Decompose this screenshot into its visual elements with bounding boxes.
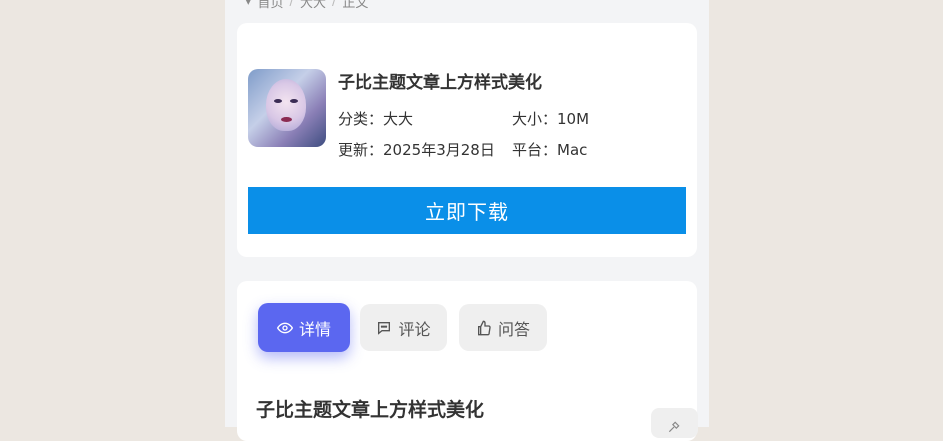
category-label: 分类： bbox=[338, 110, 384, 128]
breadcrumb-current: 正文 bbox=[342, 0, 369, 11]
download-button[interactable]: 立即下载 bbox=[248, 187, 686, 234]
thumbnail-face bbox=[266, 79, 306, 131]
thumbnail-lips bbox=[281, 117, 292, 122]
tab-details-label: 详情 bbox=[298, 319, 331, 339]
tab-qa-label: 问答 bbox=[497, 319, 530, 339]
tool-icon bbox=[668, 421, 680, 433]
platform-value: Mac bbox=[557, 141, 588, 159]
platform-label: 平台： bbox=[512, 141, 558, 159]
breadcrumb-separator: / bbox=[331, 0, 337, 9]
breadcrumb-separator: / bbox=[289, 0, 294, 9]
breadcrumb: ▾ 首页 / 大大 / 正文 bbox=[245, 0, 368, 11]
platform-meta: 平台：Mac bbox=[512, 139, 587, 160]
category-meta: 分类：大大 bbox=[338, 108, 413, 129]
thumbnail-eye-left bbox=[274, 99, 282, 103]
tab-details[interactable]: 详情 bbox=[258, 303, 350, 352]
size-meta: 大小：10M bbox=[512, 108, 589, 129]
tab-comments[interactable]: 评论 bbox=[360, 304, 447, 351]
updated-label: 更新： bbox=[338, 141, 384, 159]
size-value: 10M bbox=[557, 110, 590, 128]
thumbs-up-icon bbox=[477, 320, 491, 335]
size-label: 大小： bbox=[512, 110, 558, 128]
updated-value: 2025年3月28日 bbox=[383, 141, 495, 159]
location-pin-icon: ▾ bbox=[245, 0, 252, 9]
tab-qa[interactable]: 问答 bbox=[459, 304, 547, 351]
tab-comments-label: 评论 bbox=[398, 319, 431, 339]
detail-title: 子比主题文章上方样式美化 bbox=[256, 399, 485, 421]
eye-icon bbox=[276, 322, 293, 333]
category-value[interactable]: 大大 bbox=[383, 110, 413, 128]
app-title: 子比主题文章上方样式美化 bbox=[338, 73, 542, 93]
app-thumbnail bbox=[248, 69, 326, 147]
breadcrumb-home[interactable]: 首页 bbox=[258, 0, 284, 11]
breadcrumb-category[interactable]: 大大 bbox=[300, 0, 326, 11]
updated-meta: 更新：2025年3月28日 bbox=[338, 139, 495, 160]
side-tool-button[interactable] bbox=[651, 408, 698, 438]
thumbnail-eye-right bbox=[290, 99, 298, 103]
comment-icon bbox=[378, 321, 391, 335]
